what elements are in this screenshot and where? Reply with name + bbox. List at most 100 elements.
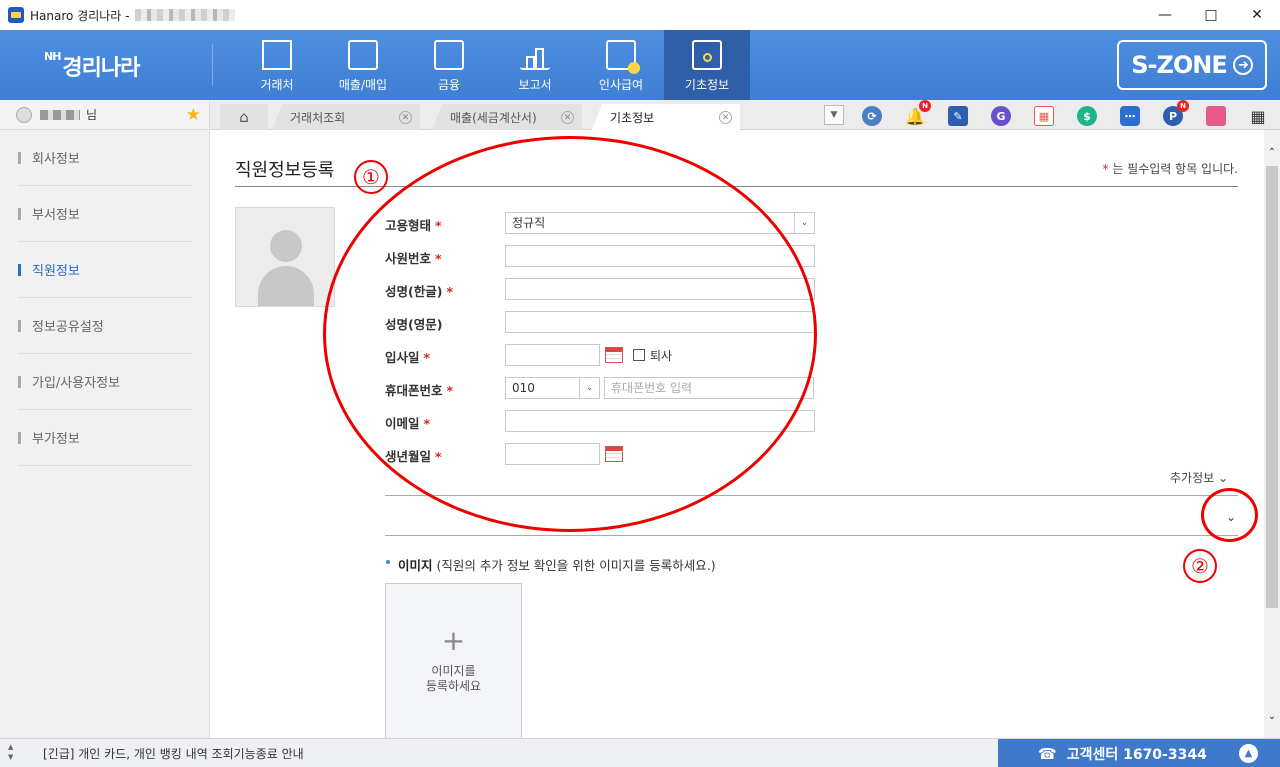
home-icon: ⌂ xyxy=(239,108,249,126)
plus-icon: + xyxy=(441,624,466,657)
person-body-icon xyxy=(258,266,314,306)
card-icon xyxy=(434,40,464,70)
sidebar-item-employee[interactable]: 직원정보 xyxy=(18,242,192,298)
employee-photo-placeholder[interactable] xyxy=(235,207,335,307)
tab-list-dropdown-icon[interactable]: ▼ xyxy=(824,105,844,125)
szone-button[interactable]: S-ZONE ➜ xyxy=(1117,40,1267,90)
upload-hint: 이미지를 등록하세요 xyxy=(425,664,482,693)
nav-label: 매출/매입 xyxy=(338,78,388,92)
tab-close-icon[interactable]: ✕ xyxy=(719,111,732,124)
bottom-bar: ▲ ▼ [긴급] 개인 카드, 개인 뱅킹 내역 조회기능종료 안내 ☎ 고객센터… xyxy=(0,738,1280,767)
nav-item-sales-purchase[interactable]: 매출/매입 xyxy=(320,30,406,100)
sidebar: 회사정보 부서정보 직원정보 정보공유설정 가입/사용자정보 부가정보 xyxy=(0,130,210,738)
enter-arrow-icon: ➜ xyxy=(1232,55,1253,75)
image-section-title: 이미지 (직원의 추가 정보 확인을 위한 이미지를 등록하세요.) xyxy=(398,558,716,573)
building-icon xyxy=(262,40,292,70)
chevron-down-icon: ⌄ xyxy=(794,213,814,233)
point-p-icon[interactable]: PN xyxy=(1163,100,1189,126)
sidebar-item-label: 부서정보 xyxy=(32,208,80,223)
nav-label: 인사급여 xyxy=(598,78,644,92)
nav-label: 보고서 xyxy=(518,78,552,92)
top-navigation: NH경리나라 거래처 매출/매입 금융 보고서 인사급여 기초정보 S-ZONE xyxy=(0,30,1280,100)
tab-bar: ⌂ 거래처조회 ✕ 매출(세금계산서) ✕ 기초정보 ✕ ▼ ⟳ 🔔 N ✎ G … xyxy=(210,100,1280,130)
maximize-button[interactable]: □ xyxy=(1188,0,1234,30)
memo-edit-icon[interactable]: ✎ xyxy=(948,106,968,126)
notification-bell-icon[interactable]: 🔔 N xyxy=(905,100,931,126)
app-logo-icon xyxy=(8,7,24,23)
user-suffix: 님 xyxy=(86,108,98,122)
notice-text[interactable]: [긴급] 개인 카드, 개인 뱅킹 내역 조회기능종료 안내 xyxy=(43,745,304,762)
additional-info-toggle[interactable]: 추가정보 ⌄ xyxy=(1170,469,1228,486)
scroll-down-icon[interactable]: ⌄ xyxy=(1264,708,1280,724)
dollar-icon[interactable]: $ xyxy=(1077,106,1097,126)
person-head-icon xyxy=(270,230,302,262)
annotation-circle xyxy=(1201,488,1258,542)
sidebar-item-account[interactable]: 가입/사용자정보 xyxy=(18,354,192,410)
nav-label: 거래처 xyxy=(260,78,294,92)
phone-icon: ☎ xyxy=(1038,744,1057,763)
chevron-down-icon: ⌄ xyxy=(1218,471,1229,485)
brand-logo[interactable]: NH경리나라 xyxy=(44,50,140,82)
image-upload-box[interactable]: + 이미지를 등록하세요 xyxy=(385,583,522,738)
bullet-icon xyxy=(386,560,390,564)
nav-divider xyxy=(212,44,213,86)
section-divider xyxy=(385,535,1238,536)
sidebar-item-department[interactable]: 부서정보 xyxy=(18,186,192,242)
nav-label: 기초정보 xyxy=(684,78,730,92)
refresh-icon[interactable]: ⟳ xyxy=(862,106,882,126)
home-tab[interactable]: ⌂ xyxy=(220,104,268,130)
page-title: 직원정보등록 xyxy=(235,160,335,181)
chat-icon[interactable]: ⋯ xyxy=(1120,106,1140,126)
scroll-up-icon[interactable]: ⌃ xyxy=(1264,144,1280,160)
required-note: * 는 필수입력 항목 입니다. xyxy=(1102,162,1239,176)
window-title: Hanaro 경리나라 - xyxy=(30,8,130,23)
user-avatar-icon xyxy=(16,106,32,123)
sidebar-item-label: 정보공유설정 xyxy=(32,320,104,335)
sidebar-item-label: 부가정보 xyxy=(32,432,80,447)
tab-clients-search[interactable]: 거래처조회 ✕ xyxy=(272,104,420,130)
szone-label: S-ZONE xyxy=(1131,51,1228,79)
title-bar: Hanaro 경리나라 - — □ ✕ xyxy=(0,0,1280,30)
memo-app-icon[interactable] xyxy=(1206,106,1226,126)
nav-item-payroll[interactable]: 인사급여 xyxy=(578,30,664,100)
close-window-button[interactable]: ✕ xyxy=(1234,0,1280,30)
nav-item-finance[interactable]: 금융 xyxy=(406,30,492,100)
favorite-star-icon[interactable]: ★ xyxy=(186,105,201,125)
sidebar-item-label: 직원정보 xyxy=(32,264,80,279)
apps-grid-icon[interactable]: ▦ xyxy=(1248,106,1268,126)
bar-chart-icon xyxy=(520,40,550,70)
sidebar-item-label: 회사정보 xyxy=(32,152,80,167)
sidebar-item-company[interactable]: 회사정보 xyxy=(18,130,192,186)
user-bar: 님 ★ xyxy=(0,100,210,130)
notice-scroll-arrows-icon[interactable]: ▲ ▼ xyxy=(8,742,13,762)
customer-center-label: 고객센터 1670-3344 xyxy=(1066,746,1207,763)
scroll-thumb[interactable] xyxy=(1266,166,1278,608)
vertical-scrollbar[interactable]: ⌃ ⌄ xyxy=(1264,130,1280,738)
scroll-top-icon[interactable]: ▲ xyxy=(1239,744,1258,763)
g-service-icon[interactable]: G xyxy=(991,106,1011,126)
id-card-coin-icon xyxy=(606,40,640,74)
sidebar-item-additional[interactable]: 부가정보 xyxy=(18,410,192,466)
tab-basic-info[interactable]: 기초정보 ✕ xyxy=(592,104,740,130)
nav-item-basic-info[interactable]: 기초정보 xyxy=(664,30,750,100)
app-window: Hanaro 경리나라 - — □ ✕ NH경리나라 거래처 매출/매입 금융 … xyxy=(0,0,1280,767)
tab-sales-invoice[interactable]: 매출(세금계산서) ✕ xyxy=(432,104,582,130)
window-title-redacted xyxy=(135,9,236,21)
nav-label: 금융 xyxy=(437,78,461,92)
customer-center[interactable]: ☎ 고객센터 1670-3344 ▲ xyxy=(998,739,1280,767)
tab-close-icon[interactable]: ✕ xyxy=(399,111,412,124)
calendar-icon[interactable]: ▦ xyxy=(1034,106,1054,126)
sidebar-item-sharing[interactable]: 정보공유설정 xyxy=(18,298,192,354)
user-name-redacted xyxy=(40,109,80,120)
nav-item-reports[interactable]: 보고서 xyxy=(492,30,578,100)
sidebar-item-label: 가입/사용자정보 xyxy=(32,376,121,391)
annotation-marker-1: ① xyxy=(354,160,388,194)
exchange-doc-icon xyxy=(348,40,378,70)
minimize-button[interactable]: — xyxy=(1142,0,1188,30)
tab-label: 매출(세금계산서) xyxy=(450,110,537,125)
annotation-marker-2: ② xyxy=(1183,549,1217,583)
tab-close-icon[interactable]: ✕ xyxy=(561,111,574,124)
tab-label: 거래처조회 xyxy=(290,110,346,125)
annotation-ellipse xyxy=(323,136,817,532)
nav-item-clients[interactable]: 거래처 xyxy=(234,30,320,100)
